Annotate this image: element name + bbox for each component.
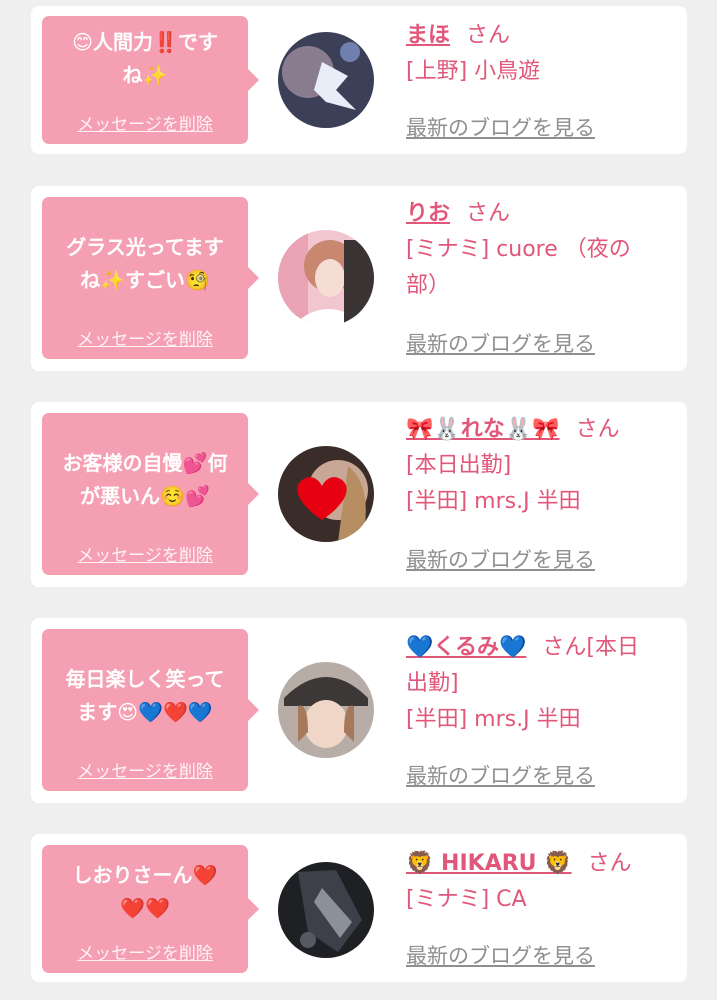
girl-name-link[interactable]: まほ — [406, 23, 450, 48]
message-bubble: グラス光ってます ね✨すごい🧐 メッセージを削除 — [42, 197, 259, 359]
girl-info: 🎀🐰れな🐰🎀 さん [本日出勤] [半田] mrs.J 半田 — [406, 412, 673, 520]
avatar[interactable] — [278, 862, 374, 958]
delete-message-link[interactable]: メッセージを削除 — [42, 939, 248, 964]
message-card: 😊人間力‼️です ね✨ メッセージを削除 まほ さん [上野] 小鳥遊 最新のブロ… — [31, 6, 687, 154]
delete-message-link[interactable]: メッセージを削除 — [42, 110, 248, 135]
girl-name-link[interactable]: 🦁 HIKARU 🦁 — [406, 851, 572, 876]
girl-info: 💙くるみ💙 さん[本日 出勤] [半田] mrs.J 半田 — [406, 630, 673, 738]
latest-blog-link[interactable]: 最新のブログを見る — [406, 544, 595, 574]
girl-info: りお さん [ミナミ] cuore （夜の 部） — [406, 196, 673, 304]
delete-message-link[interactable]: メッセージを削除 — [42, 325, 248, 350]
message-text: しおりさーん❤️ ❤️❤️ — [72, 863, 218, 920]
girl-name-link[interactable]: 💙くるみ💙 — [406, 635, 526, 660]
message-card: グラス光ってます ね✨すごい🧐 メッセージを削除 りお さん [ミナミ] cuor… — [31, 186, 687, 371]
message-text: お客様の自慢💕何 が悪いん☺️💕 — [62, 451, 228, 508]
message-card: 毎日楽しく笑って ます😍💙❤️💙 メッセージを削除 💙くるみ💙 さん[本日 出勤]… — [31, 618, 687, 803]
san-label: さん — [466, 201, 511, 226]
message-bubble: 毎日楽しく笑って ます😍💙❤️💙 メッセージを削除 — [42, 629, 259, 791]
avatar[interactable] — [278, 446, 374, 542]
delete-message-link[interactable]: メッセージを削除 — [42, 757, 248, 782]
san-label: さん — [575, 417, 620, 442]
latest-blog-link[interactable]: 最新のブログを見る — [406, 328, 595, 358]
girl-info: まほ さん [上野] 小鳥遊 — [406, 18, 673, 90]
message-text: 😊人間力‼️です ね✨ — [72, 30, 218, 87]
latest-blog-link[interactable]: 最新のブログを見る — [406, 760, 595, 790]
latest-blog-link[interactable]: 最新のブログを見る — [406, 940, 595, 970]
message-card: しおりさーん❤️ ❤️❤️ メッセージを削除 🦁 HIKARU 🦁 さん [ミナミ… — [31, 834, 687, 982]
girl-name-link[interactable]: りお — [406, 201, 450, 226]
avatar[interactable] — [278, 662, 374, 758]
shop-info: [半田] mrs.J 半田 — [406, 489, 581, 514]
san-label: さん[本日 — [542, 635, 639, 660]
shop-info: [上野] 小鳥遊 — [406, 59, 541, 84]
san-label: さん — [587, 851, 632, 876]
delete-message-link[interactable]: メッセージを削除 — [42, 541, 248, 566]
shop-info-continued: 部） — [406, 273, 451, 298]
latest-blog-link[interactable]: 最新のブログを見る — [406, 112, 595, 142]
shop-info: [半田] mrs.J 半田 — [406, 707, 581, 732]
avatar[interactable] — [278, 230, 374, 326]
san-label: さん — [466, 23, 511, 48]
message-bubble: お客様の自慢💕何 が悪いん☺️💕 メッセージを削除 — [42, 413, 259, 575]
shop-info: [ミナミ] CA — [406, 887, 527, 912]
message-text: 毎日楽しく笑って ます😍💙❤️💙 — [65, 667, 225, 724]
girl-name-link[interactable]: 🎀🐰れな🐰🎀 — [406, 417, 560, 442]
shop-info: [ミナミ] cuore （夜の — [406, 237, 631, 262]
message-card: お客様の自慢💕何 が悪いん☺️💕 メッセージを削除 🎀🐰れな🐰🎀 さん [本日出勤… — [31, 402, 687, 587]
message-bubble: しおりさーん❤️ ❤️❤️ メッセージを削除 — [42, 845, 259, 973]
status-badge: [本日出勤] — [406, 453, 512, 478]
status-badge: 出勤] — [406, 671, 459, 696]
girl-info: 🦁 HIKARU 🦁 さん [ミナミ] CA — [406, 846, 673, 918]
message-bubble: 😊人間力‼️です ね✨ メッセージを削除 — [42, 16, 259, 144]
message-text: グラス光ってます ね✨すごい🧐 — [66, 235, 224, 292]
avatar[interactable] — [278, 32, 374, 128]
